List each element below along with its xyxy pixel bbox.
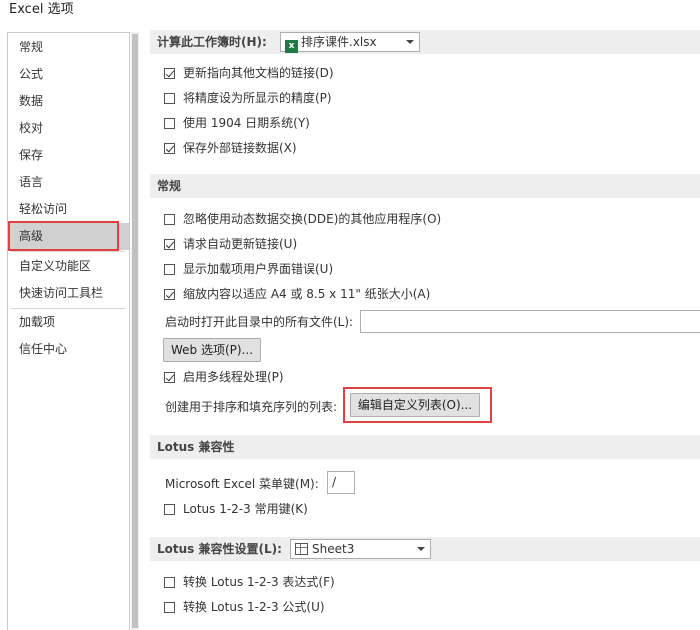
multithread-option[interactable]: 启用多线程处理(P) [164,368,284,386]
update-links-option[interactable]: 更新指向其他文档的链接(D) [164,64,334,82]
date1904-option[interactable]: 使用 1904 日期系统(Y) [164,114,310,132]
nav-item-data[interactable]: 数据 [8,88,129,115]
update-links-label: 更新指向其他文档的链接(D) [183,66,334,80]
nav-item-general[interactable]: 常规 [8,34,129,61]
lotus-keys-option[interactable]: Lotus 1-2-3 常用键(K) [164,500,308,518]
workbook-calc-label: 计算此工作簿时(H): [157,35,267,49]
ignore-dde-checkbox[interactable] [164,214,175,225]
update-links-checkbox[interactable] [164,68,175,79]
date1904-checkbox[interactable] [164,118,175,129]
nav-item-save[interactable]: 保存 [8,142,129,169]
lotus-compat-header: Lotus 兼容性 [150,435,700,459]
ignore-dde-option[interactable]: 忽略使用动态数据交换(DDE)的其他应用程序(O) [164,210,441,228]
window-title: Excel 选项 [9,2,74,17]
nav-panel: 常规 公式 数据 校对 保存 语言 轻松访问 高级 自定义功能区 快速访问工具栏… [7,32,130,630]
custom-lists-highlight [343,387,492,423]
sheet-select-value: Sheet3 [312,542,355,556]
workbook-calc-header: 计算此工作簿时(H): [150,30,700,54]
nav-item-trust-center[interactable]: 信任中心 [8,336,129,363]
ignore-dde-label: 忽略使用动态数据交换(DDE)的其他应用程序(O) [183,212,442,226]
sheet-icon [295,543,308,555]
scrollbar-thumb[interactable] [132,34,138,628]
nav-item-customize-ribbon[interactable]: 自定义功能区 [8,253,129,280]
ask-update-option[interactable]: 请求自动更新链接(U) [164,235,297,253]
convert-formulas-label: 转换 Lotus 1-2-3 公式(U) [183,600,325,614]
nav-item-formulas[interactable]: 公式 [8,61,129,88]
lotus-keys-checkbox[interactable] [164,504,175,515]
general-header: 常规 [150,174,700,198]
nav-item-proofing[interactable]: 校对 [8,115,129,142]
nav-divider [11,251,126,252]
precision-checkbox[interactable] [164,93,175,104]
convert-expressions-checkbox[interactable] [164,577,175,588]
lotus-keys-label: Lotus 1-2-3 常用键(K) [183,502,308,516]
nav-item-accessibility[interactable]: 轻松访问 [8,196,129,223]
workbook-select[interactable]: x 排序课件.xlsx [280,32,420,53]
convert-formulas-checkbox[interactable] [164,602,175,613]
addin-errors-option[interactable]: 显示加载项用户界面错误(U) [164,260,333,278]
convert-formulas-option[interactable]: 转换 Lotus 1-2-3 公式(U) [164,598,325,616]
nav-item-quick-access-toolbar[interactable]: 快速访问工具栏 [8,280,129,307]
excel-file-icon: x [285,40,298,53]
workbook-select-value: 排序课件.xlsx [301,35,377,49]
nav-selection-highlight [8,221,119,251]
save-external-option[interactable]: 保存外部链接数据(X) [164,139,297,157]
convert-expressions-label: 转换 Lotus 1-2-3 表达式(F) [183,575,335,589]
chevron-down-icon [417,547,425,551]
scale-a4-checkbox[interactable] [164,289,175,300]
save-external-label: 保存外部链接数据(X) [183,141,297,155]
nav-item-language[interactable]: 语言 [8,169,129,196]
convert-expressions-option[interactable]: 转换 Lotus 1-2-3 表达式(F) [164,573,335,591]
menu-key-input[interactable]: / [327,471,355,494]
scale-a4-label: 缩放内容以适应 A4 或 8.5 x 11" 纸张大小(A) [183,287,431,301]
lotus-settings-label: Lotus 兼容性设置(L): [157,542,282,556]
nav-item-add-ins[interactable]: 加载项 [8,309,129,336]
web-options-button[interactable]: Web 选项(P)... [163,338,261,362]
scale-a4-option[interactable]: 缩放内容以适应 A4 或 8.5 x 11" 纸张大小(A) [164,285,430,303]
multithread-label: 启用多线程处理(P) [183,370,284,384]
addin-errors-label: 显示加载项用户界面错误(U) [183,262,334,276]
save-external-checkbox[interactable] [164,143,175,154]
ask-update-label: 请求自动更新链接(U) [183,237,298,251]
startup-folder-label: 启动时打开此目录中的所有文件(L): [165,315,354,329]
date1904-label: 使用 1904 日期系统(Y) [183,116,310,130]
startup-folder-input[interactable] [360,310,700,333]
ask-update-checkbox[interactable] [164,239,175,250]
precision-label: 将精度设为所显示的精度(P) [183,91,332,105]
multithread-checkbox[interactable] [164,372,175,383]
custom-lists-label: 创建用于排序和填充序列的列表: [165,400,338,414]
sheet-select[interactable]: Sheet3 [290,539,431,559]
addin-errors-checkbox[interactable] [164,264,175,275]
chevron-down-icon [406,40,414,44]
menu-key-label: Microsoft Excel 菜单键(M): [165,477,319,491]
precision-option[interactable]: 将精度设为所显示的精度(P) [164,89,332,107]
